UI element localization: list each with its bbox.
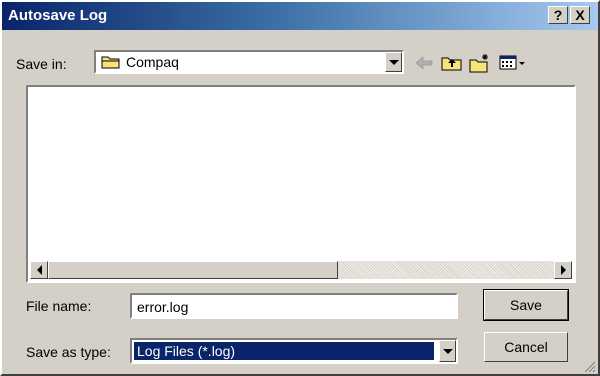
file-name-input[interactable]: error.log [130, 293, 458, 319]
file-name-value: error.log [137, 299, 189, 315]
save-button[interactable]: Save [483, 289, 569, 321]
view-menu-icon [499, 55, 525, 70]
save-in-label: Save in: [16, 56, 67, 72]
back-arrow-icon [415, 56, 433, 70]
resize-grip[interactable] [584, 360, 596, 373]
scroll-left-button[interactable] [30, 261, 48, 279]
up-one-level-button[interactable] [440, 52, 464, 74]
file-list[interactable] [26, 85, 576, 283]
view-menu-button[interactable] [498, 52, 528, 74]
back-button[interactable] [412, 52, 436, 74]
file-name-label: File name: [26, 298, 92, 314]
save-as-type-dropdown[interactable]: Log Files (*.log) [130, 338, 458, 364]
arrow-left-icon [36, 265, 42, 275]
dialog-title: Autosave Log [8, 7, 108, 24]
title-bar[interactable]: Autosave Log ? X [2, 2, 598, 30]
save-in-value: Compaq [126, 54, 179, 70]
save-in-dropdown-button[interactable] [385, 52, 402, 72]
new-folder-icon [469, 54, 488, 73]
save-in-dropdown[interactable]: Compaq [94, 50, 404, 74]
autosave-log-dialog: Autosave Log ? X Save in: Compaq File na… [0, 0, 600, 376]
new-folder-button[interactable] [468, 52, 492, 74]
cancel-button[interactable]: Cancel [484, 332, 568, 362]
up-folder-icon [441, 57, 462, 71]
folder-icon [101, 54, 121, 73]
horizontal-scrollbar[interactable] [30, 261, 572, 279]
selection-highlight: Log Files (*.log) [134, 342, 434, 360]
save-as-type-value: Log Files (*.log) [137, 343, 236, 359]
help-button[interactable]: ? [548, 6, 568, 24]
scrollbar-thumb[interactable] [48, 261, 338, 279]
chevron-down-icon [388, 59, 399, 65]
save-as-type-dropdown-button[interactable] [439, 340, 456, 362]
save-as-type-label: Save as type: [26, 344, 111, 360]
arrow-right-icon [560, 265, 566, 275]
chevron-down-icon [442, 348, 453, 354]
close-button[interactable]: X [570, 6, 590, 24]
scroll-right-button[interactable] [554, 261, 572, 279]
resize-grip-icon [584, 361, 596, 373]
